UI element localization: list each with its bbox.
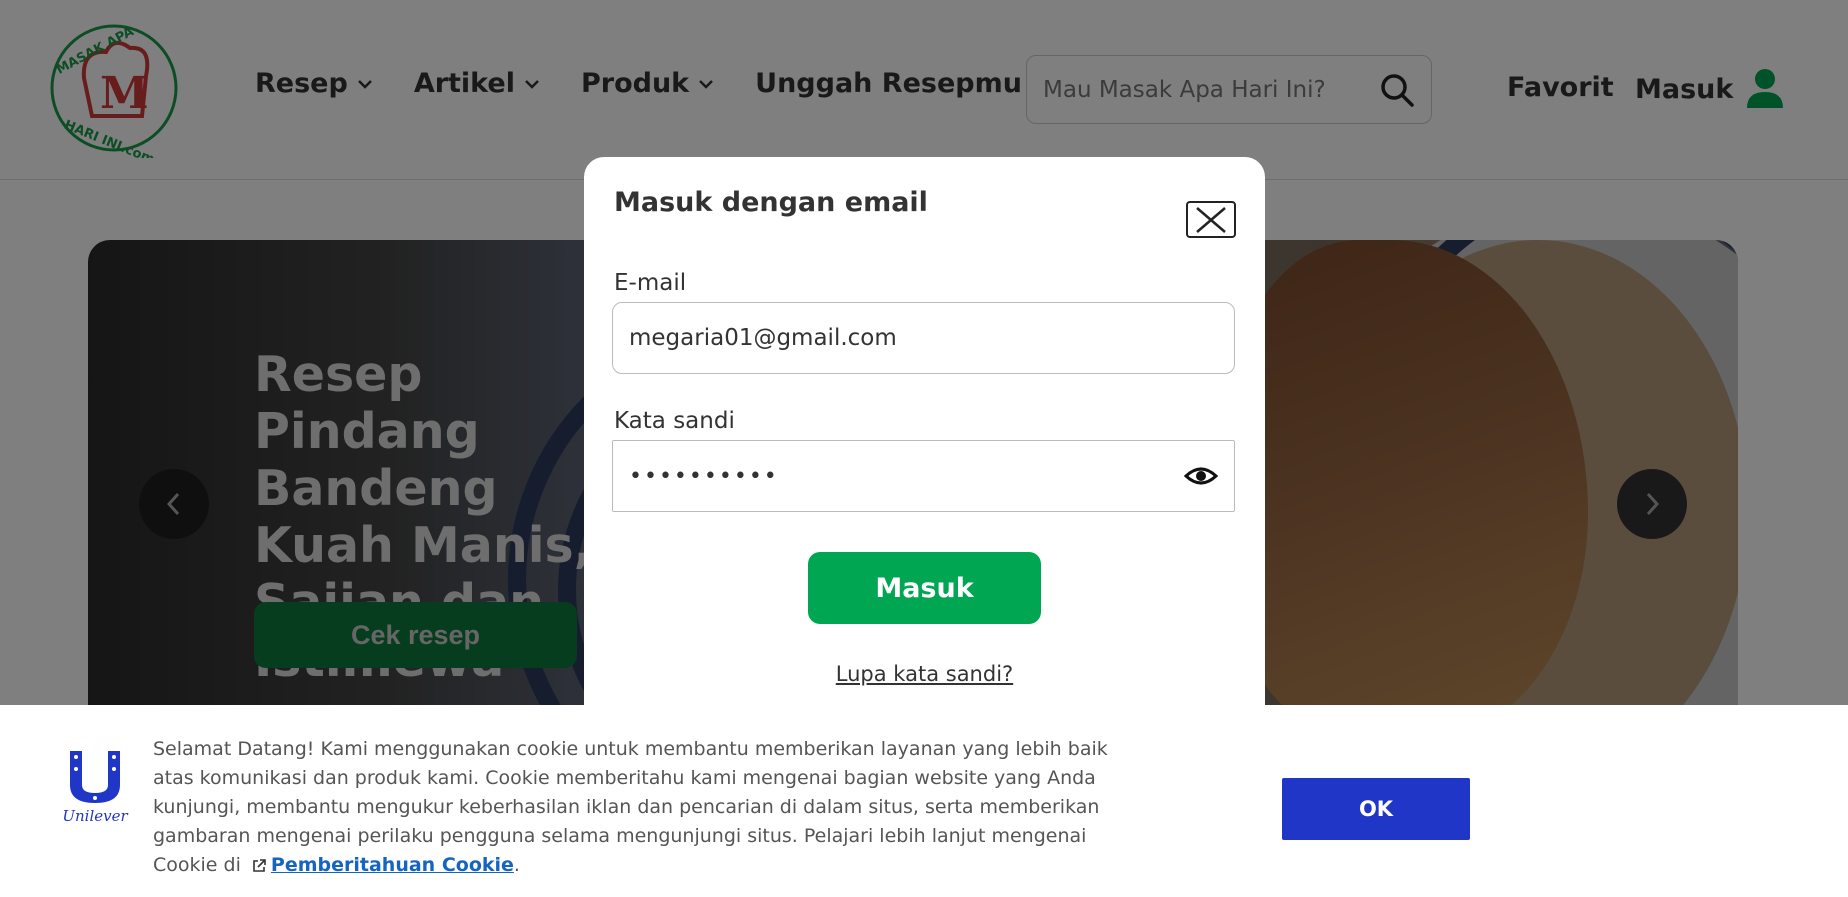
- email-field-wrapper: [612, 302, 1235, 374]
- unilever-wordmark: Unilever: [62, 807, 128, 825]
- close-button[interactable]: [1186, 201, 1236, 238]
- close-icon: [1196, 206, 1226, 233]
- show-password-icon[interactable]: [1184, 464, 1218, 488]
- cookie-ok-button[interactable]: OK: [1282, 778, 1470, 840]
- password-field-wrapper: [612, 440, 1235, 512]
- email-field[interactable]: [629, 325, 1218, 351]
- email-label: E-mail: [614, 270, 687, 296]
- cookie-text-suffix: .: [513, 854, 520, 876]
- login-modal: Masuk dengan email E-mail Kata sandi Mas…: [584, 157, 1265, 717]
- masuk-submit-button[interactable]: Masuk: [808, 552, 1041, 624]
- forgot-password-link[interactable]: Lupa kata sandi?: [584, 662, 1265, 686]
- external-link-icon: [253, 858, 266, 872]
- cookie-notice-link[interactable]: Pemberitahuan Cookie: [271, 854, 514, 876]
- password-field[interactable]: [629, 463, 1184, 489]
- unilever-logo: Unilever: [62, 751, 128, 825]
- password-label: Kata sandi: [614, 408, 735, 434]
- cookie-banner: Unilever Selamat Datang! Kami menggunaka…: [0, 705, 1848, 897]
- cookie-message: Selamat Datang! Kami menggunakan cookie …: [153, 735, 1113, 880]
- modal-title: Masuk dengan email: [614, 187, 928, 218]
